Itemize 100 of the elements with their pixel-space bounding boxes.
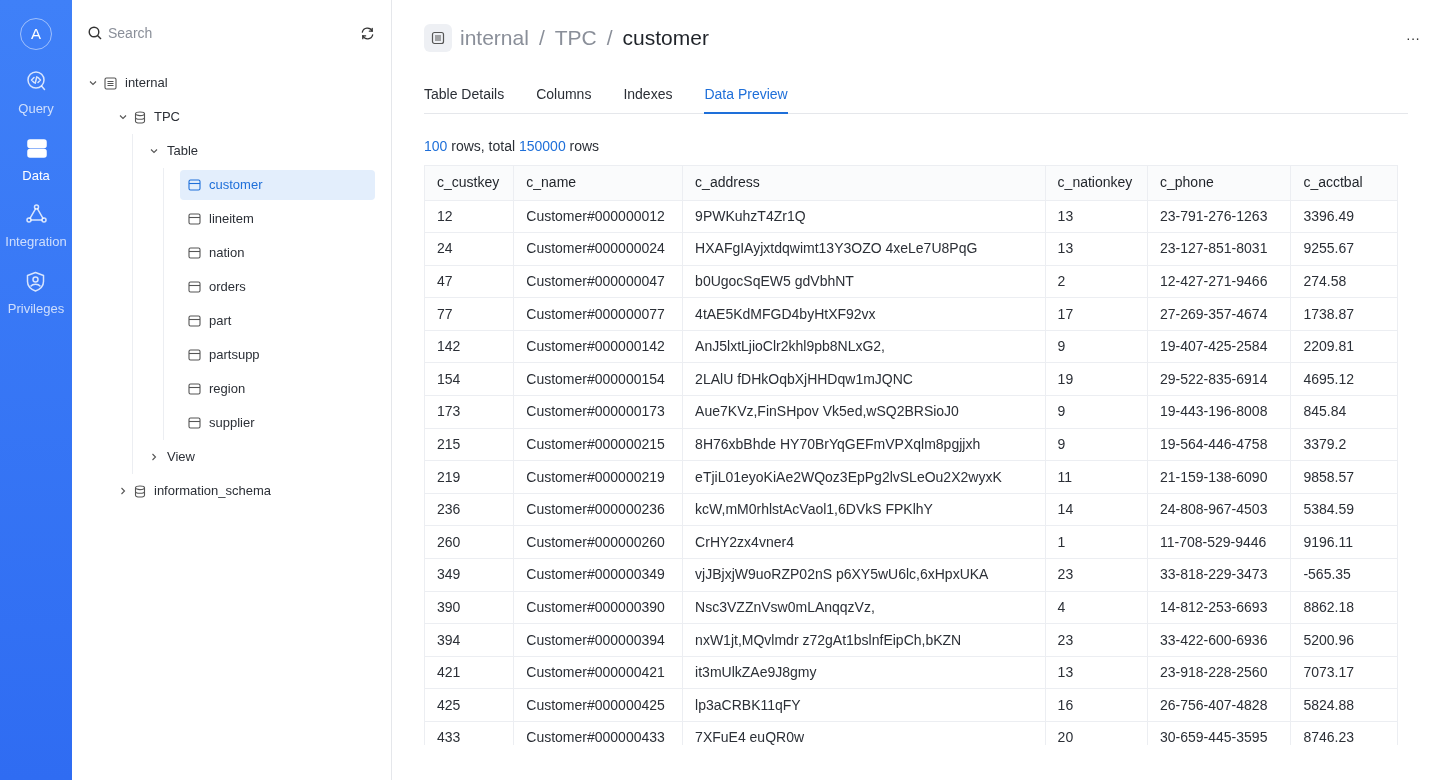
table-cell: 24-808-967-4503: [1147, 493, 1291, 526]
table-cell: Customer#000000421: [513, 656, 683, 689]
table-cell: Customer#000000142: [513, 330, 683, 363]
table-cell: Customer#000000433: [513, 721, 683, 745]
tree-item[interactable]: nation: [180, 238, 375, 268]
table-cell: 9: [1045, 395, 1148, 429]
table-cell: 5200.96: [1290, 623, 1398, 657]
tree-item[interactable]: TPC: [154, 107, 180, 127]
table-cell: 173: [425, 395, 514, 429]
table-icon: [188, 179, 201, 191]
table-cell: 219: [425, 460, 514, 494]
table-icon: [188, 315, 201, 327]
table-icon: [188, 349, 201, 361]
table-cell: 7XFuE4 euQR0w: [682, 721, 1046, 745]
nav-item[interactable]: Data: [22, 136, 50, 185]
table-cell: 5384.59: [1290, 493, 1398, 526]
tree-item[interactable]: supplier: [180, 408, 375, 438]
tree-item[interactable]: lineitem: [180, 204, 375, 234]
table-cell: Customer#000000394: [513, 623, 683, 657]
table-cell: Customer#000000012: [513, 200, 683, 233]
database-icon: [134, 110, 146, 124]
table-cell: Customer#000000219: [513, 460, 683, 494]
chevron-down-icon[interactable]: [118, 112, 128, 122]
chevron-down-icon[interactable]: [149, 146, 159, 156]
data-icon: [24, 136, 48, 160]
table-cell: 12: [425, 200, 514, 233]
table-cell: Customer#000000236: [513, 493, 683, 526]
tree-item[interactable]: information_schema: [154, 481, 272, 501]
table-cell: 349: [425, 558, 514, 592]
search-field[interactable]: Search: [108, 22, 360, 44]
tree-item[interactable]: partsupp: [180, 340, 375, 370]
table-cell: 11-708-529-9446: [1147, 525, 1291, 559]
chevron-right-icon[interactable]: [118, 486, 128, 496]
tree-item[interactable]: internal: [125, 73, 168, 93]
table-cell: 14-812-253-6693: [1147, 591, 1291, 624]
refresh-icon[interactable]: [360, 25, 375, 41]
integration-icon: [24, 203, 48, 226]
tab[interactable]: Table Details: [424, 76, 505, 114]
table-cell: 2209.81: [1290, 330, 1398, 363]
table-cell: 421: [425, 656, 514, 689]
more-button[interactable]: ···: [1406, 27, 1420, 49]
table-cell: 4: [1045, 591, 1148, 624]
chevron-right-icon[interactable]: [149, 452, 159, 462]
row-count-text: 100 rows, total 150000 rows: [424, 137, 600, 156]
table-cell: 5824.88: [1290, 688, 1398, 722]
table-cell: Customer#000000425: [513, 688, 683, 722]
table-cell: Customer#000000215: [513, 428, 683, 461]
catalog-icon: [424, 24, 452, 52]
column-header: c_name: [513, 166, 683, 200]
table-cell: Customer#000000077: [513, 297, 683, 331]
list-icon: [104, 76, 117, 90]
table-cell: 33-818-229-3473: [1147, 558, 1291, 592]
table-cell: 23: [1045, 558, 1148, 592]
tab[interactable]: Columns: [536, 76, 592, 114]
table-cell: 77: [425, 297, 514, 331]
column-header: c_nationkey: [1045, 166, 1148, 200]
query-icon: [24, 70, 48, 93]
table-cell: 13: [1045, 656, 1148, 689]
table-cell: 33-422-600-6936: [1147, 623, 1291, 657]
table-cell: 21-159-138-6090: [1147, 460, 1291, 494]
table-cell: 23-791-276-1263: [1147, 200, 1291, 233]
column-header: c_acctbal: [1290, 166, 1398, 200]
tree-item[interactable]: customer: [180, 170, 375, 200]
table-cell: Customer#000000024: [513, 232, 683, 266]
tree-item[interactable]: orders: [180, 272, 375, 302]
tab[interactable]: Data Preview: [704, 76, 788, 114]
search-icon: [88, 26, 102, 40]
table-icon: [188, 213, 201, 225]
table-cell: Nsc3VZZnVsw0mLAnqqzVz,: [682, 591, 1046, 624]
table-cell: 19-443-196-8008: [1147, 395, 1291, 429]
tree-item[interactable]: View: [167, 447, 195, 467]
table-cell: 17: [1045, 297, 1148, 331]
table-cell: b0UgocSqEW5 gdVbhNT: [682, 265, 1046, 298]
tree-item[interactable]: Table: [167, 141, 199, 161]
tree-item[interactable]: part: [180, 306, 375, 336]
table-cell: 47: [425, 265, 514, 298]
breadcrumb-separator: /: [606, 25, 613, 52]
table-cell: 14: [1045, 493, 1148, 526]
table-cell: 20: [1045, 721, 1148, 745]
table-cell: 9196.11: [1290, 525, 1398, 559]
table-cell: 16: [1045, 688, 1148, 722]
table-cell: 13: [1045, 200, 1148, 233]
table-cell: 1738.87: [1290, 297, 1398, 331]
table-cell: 23-918-228-2560: [1147, 656, 1291, 689]
table-cell: 7073.17: [1290, 656, 1398, 689]
table-cell: Customer#000000154: [513, 362, 683, 396]
table-cell: 24: [425, 232, 514, 266]
tab[interactable]: Indexes: [623, 76, 673, 114]
table-cell: 19-564-446-4758: [1147, 428, 1291, 461]
chevron-down-icon[interactable]: [88, 78, 98, 88]
tree-item[interactable]: region: [180, 374, 375, 404]
breadcrumb-separator: /: [538, 25, 545, 52]
table-cell: 12-427-271-9466: [1147, 265, 1291, 298]
table-cell: 11: [1045, 460, 1148, 494]
table-cell: 154: [425, 362, 514, 396]
table-cell: 9: [1045, 330, 1148, 363]
column-header: c_custkey: [425, 166, 514, 200]
table-cell: 2: [1045, 265, 1148, 298]
table-cell: 1: [1045, 525, 1148, 559]
table-cell: 9858.57: [1290, 460, 1398, 494]
